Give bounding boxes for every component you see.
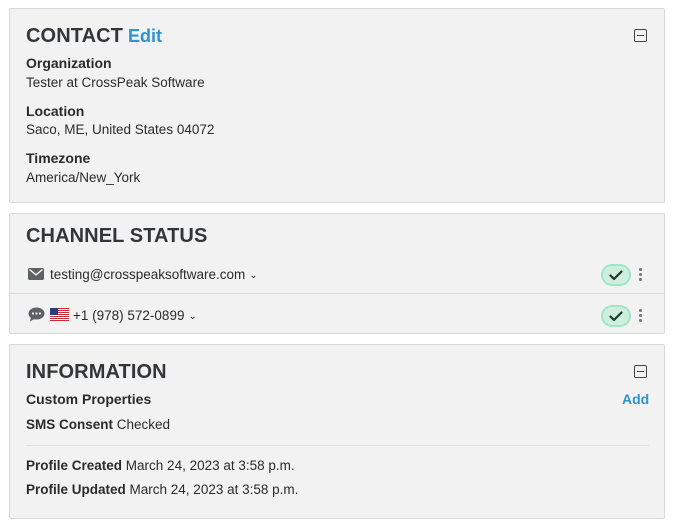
organization-label: Organization: [26, 55, 112, 71]
sms-consent-row: SMS Consent Checked: [26, 417, 170, 432]
contact-panel: CONTACT Edit Organization Tester at Cros…: [9, 8, 665, 203]
chat-bubble-icon: [28, 307, 45, 327]
sms-channel-dropdown[interactable]: +1 (978) 572-0899 ⌄: [73, 308, 197, 323]
add-property-link[interactable]: Add: [622, 391, 649, 407]
information-title: INFORMATION: [26, 361, 167, 383]
us-flag-icon: [50, 308, 69, 326]
channel-status-title: CHANNEL STATUS: [26, 225, 208, 247]
profile-created-row: Profile Created March 24, 2023 at 3:58 p…: [26, 458, 295, 473]
channel-row-sms: +1 (978) 572-0899 ⌄: [10, 294, 664, 334]
sms-more-options-icon[interactable]: [637, 309, 643, 323]
profile-created-label: Profile Created: [26, 458, 123, 473]
information-panel: INFORMATION Custom Properties Add SMS Co…: [9, 344, 665, 519]
location-label: Location: [26, 103, 85, 119]
sms-consent-label: SMS Consent: [26, 417, 114, 432]
sms-status-check[interactable]: [603, 307, 629, 325]
location-value: Saco, ME, United States 04072: [26, 122, 215, 137]
chevron-down-icon: ⌄: [249, 270, 258, 281]
email-more-options-icon[interactable]: [637, 268, 643, 282]
edit-contact-link[interactable]: Edit: [128, 26, 162, 47]
section-divider: [26, 445, 649, 446]
timezone-label: Timezone: [26, 150, 91, 166]
email-status-check[interactable]: [603, 266, 629, 284]
check-icon: [609, 311, 623, 322]
channel-row-email: testing@crosspeaksoftware.com ⌄: [10, 254, 664, 294]
profile-updated-label: Profile Updated: [26, 482, 126, 497]
custom-properties-label: Custom Properties: [26, 391, 152, 407]
chevron-down-icon: ⌄: [188, 311, 197, 322]
check-icon: [609, 270, 623, 281]
sms-channel-value: +1 (978) 572-0899: [73, 308, 185, 323]
collapse-contact-icon[interactable]: [634, 29, 647, 42]
timezone-value: America/New_York: [26, 170, 141, 185]
envelope-icon: [28, 267, 44, 285]
channel-status-panel: CHANNEL STATUS testing@crosspeaksoftware…: [9, 213, 665, 334]
profile-updated-value: March 24, 2023 at 3:58 p.m.: [129, 482, 299, 497]
email-channel-value: testing@crosspeaksoftware.com: [50, 267, 246, 282]
email-channel-dropdown[interactable]: testing@crosspeaksoftware.com ⌄: [50, 267, 258, 282]
contact-title: CONTACT: [26, 25, 123, 47]
profile-updated-row: Profile Updated March 24, 2023 at 3:58 p…: [26, 482, 298, 497]
collapse-information-icon[interactable]: [634, 365, 647, 378]
sms-consent-value: Checked: [116, 417, 171, 432]
profile-created-value: March 24, 2023 at 3:58 p.m.: [125, 458, 295, 473]
organization-value: Tester at CrossPeak Software: [26, 75, 205, 90]
